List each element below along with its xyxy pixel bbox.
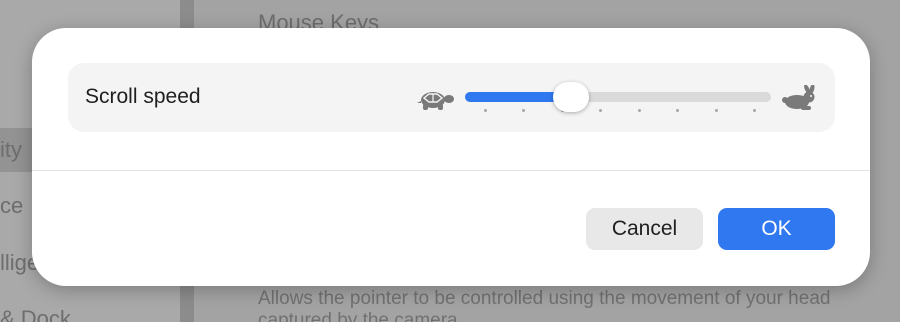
- scroll-speed-dialog: Scroll speed Cancel OK: [32, 28, 870, 286]
- slider-tick: [676, 109, 680, 112]
- screen: ity ce llige & Dock Mouse Keys Allows th…: [0, 0, 900, 322]
- ok-button[interactable]: OK: [718, 208, 835, 250]
- slider-thumb[interactable]: [553, 82, 590, 112]
- slider-tick: [753, 109, 756, 112]
- slider-tick: [599, 109, 603, 112]
- background-sidebar-item: & Dock: [0, 306, 71, 322]
- slider-tick: [637, 109, 641, 112]
- slider-tick: [522, 109, 526, 112]
- background-sidebar-item: ce: [0, 193, 24, 218]
- background-description-line: Allows the pointer to be controlled usin…: [258, 288, 831, 309]
- cancel-button[interactable]: Cancel: [586, 208, 703, 250]
- rabbit-icon: [782, 85, 815, 110]
- dialog-divider: [32, 170, 870, 171]
- slider-tick: [714, 109, 718, 112]
- slider-tick: [484, 109, 487, 112]
- scroll-speed-row: Scroll speed: [68, 63, 835, 132]
- turtle-icon: [417, 92, 454, 110]
- scroll-speed-slider[interactable]: [465, 82, 771, 115]
- background-description-line: captured by the camera.: [258, 310, 463, 322]
- scroll-speed-label: Scroll speed: [85, 85, 201, 108]
- background-description: Allows the pointer to be controlled usin…: [258, 288, 830, 322]
